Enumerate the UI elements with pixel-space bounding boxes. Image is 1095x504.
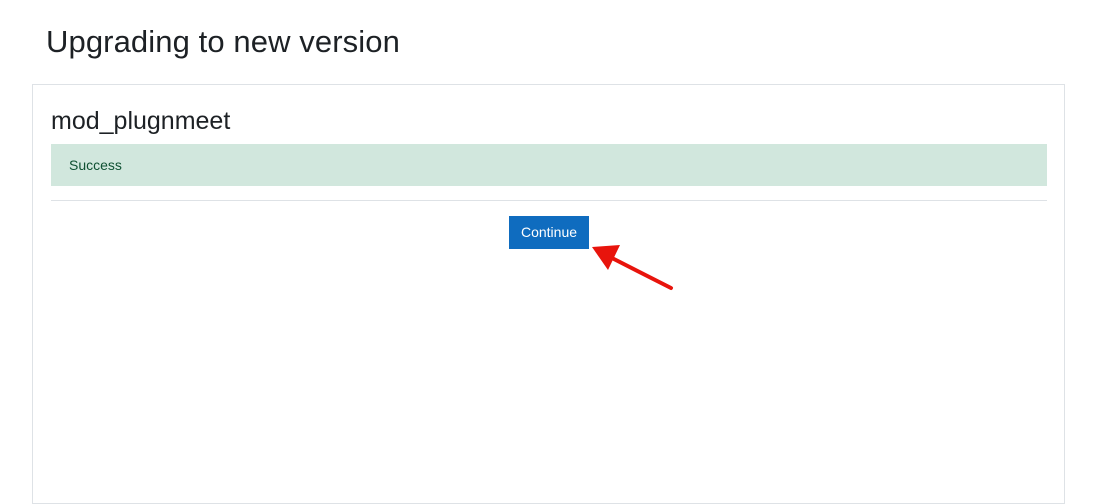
success-alert-text: Success	[69, 157, 122, 173]
divider	[51, 200, 1047, 201]
upgrade-card: mod_plugnmeet Success Continue	[32, 84, 1065, 504]
page-title: Upgrading to new version	[46, 24, 400, 59]
success-alert: Success	[51, 144, 1047, 186]
plugin-name-heading: mod_plugnmeet	[51, 107, 231, 135]
continue-button[interactable]: Continue	[509, 216, 589, 249]
